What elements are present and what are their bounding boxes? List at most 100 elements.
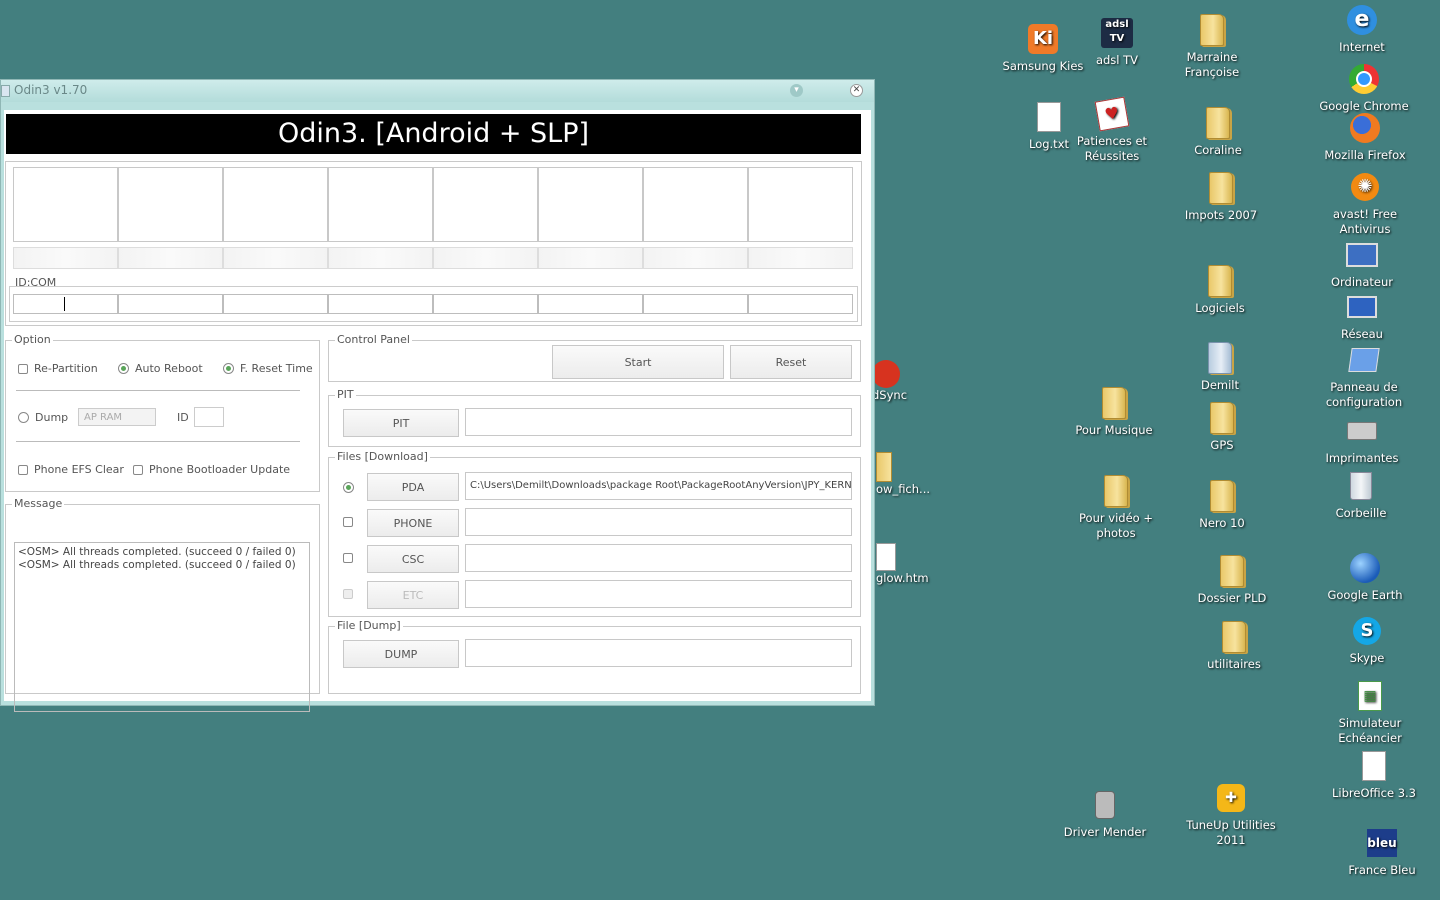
dump-button[interactable]: DUMP — [343, 640, 459, 668]
desktop-icon-simulateur[interactable]: ▦ Simulateur Echéancier — [1322, 679, 1418, 746]
folder-icon — [1204, 171, 1238, 205]
progress-bar-3 — [223, 247, 328, 269]
etc-button[interactable]: ETC — [367, 581, 459, 609]
desktop-icon-france-bleu[interactable]: bleu France Bleu — [1334, 826, 1430, 878]
port-slot-8 — [748, 167, 853, 242]
desktop-icon-corbeille[interactable]: Corbeille — [1313, 469, 1409, 521]
port-slot-4 — [328, 167, 433, 242]
phone-path-field[interactable] — [465, 508, 852, 536]
files-download-label: Files [Download] — [335, 450, 430, 463]
minimize-button[interactable]: ▾ — [790, 84, 803, 97]
desktop-icon-adsl-tv[interactable]: adsl TV adsl TV — [1069, 16, 1165, 68]
desktop-icon-google-chrome[interactable]: Google Chrome — [1316, 62, 1412, 114]
computer-icon — [1345, 238, 1379, 272]
google-earth-icon — [1348, 551, 1382, 585]
progress-bar-1 — [13, 247, 118, 269]
window-title: Odin3 v1.70 — [14, 83, 88, 97]
csc-path-field[interactable] — [465, 544, 852, 572]
desktop-icon-impots[interactable]: Impots 2007 — [1173, 171, 1269, 223]
id-com-field-6[interactable] — [538, 294, 643, 314]
csc-checkbox[interactable] — [343, 553, 359, 563]
id-com-field-7[interactable] — [643, 294, 748, 314]
desktop-icon-pour-musique[interactable]: Pour Musique — [1066, 386, 1162, 438]
id-com-field-4[interactable] — [328, 294, 433, 314]
document-icon — [1357, 749, 1391, 783]
pda-button[interactable]: PDA — [367, 473, 459, 501]
desktop-icon-patiences[interactable]: ♥ Patiences et Réussites — [1064, 96, 1160, 164]
option-group: Option Re-Partition Auto Reboot F. Reset… — [5, 333, 320, 492]
desktop-icon-imprimantes[interactable]: Imprimantes — [1314, 414, 1410, 466]
phone-bootloader-update-checkbox[interactable]: Phone Bootloader Update — [133, 463, 290, 476]
pit-button[interactable]: PIT — [343, 409, 459, 437]
desktop-icon-libreoffice[interactable]: LibreOffice 3.3 — [1326, 749, 1422, 801]
id-com-field-5[interactable] — [433, 294, 538, 314]
file-dump-group: File [Dump] DUMP — [328, 619, 861, 694]
desktop-icon-driver-mender[interactable]: Driver Mender — [1057, 788, 1153, 840]
id-com-field-3[interactable] — [223, 294, 328, 314]
message-log[interactable]: <OSM> All threads completed. (succeed 0 … — [14, 542, 310, 712]
desktop-icon-gps[interactable]: GPS — [1174, 401, 1270, 453]
window-client: Odin3. [Android + SLP] ID:COM Option Re-… — [4, 110, 871, 712]
re-partition-checkbox[interactable]: Re-Partition — [18, 362, 98, 375]
dump-type-select[interactable]: AP RAM — [78, 408, 156, 426]
desktop-icon-avast[interactable]: ✺ avast! Free Antivirus — [1317, 170, 1413, 237]
skype-icon: S — [1350, 614, 1384, 648]
pda-path-field[interactable]: C:\Users\Demilt\Downloads\package Root\P… — [465, 472, 852, 500]
folder-icon — [1099, 474, 1133, 508]
desktop-icon-utilitaires[interactable]: utilitaires — [1186, 620, 1282, 672]
id-input[interactable] — [194, 407, 224, 427]
odin-window: Odin3 v1.70 ▾ ✕ Odin3. [Android + SLP] I… — [0, 79, 875, 712]
dump-checkbox[interactable]: Dump — [18, 411, 68, 424]
id-com-field-8[interactable] — [748, 294, 853, 314]
desktop-icon-dsync-partial[interactable]: dSync — [872, 360, 907, 402]
desktop-icon-panneau[interactable]: Panneau de configuration — [1316, 343, 1412, 410]
desktop-icon-nero[interactable]: Nero 10 — [1174, 479, 1270, 531]
f-reset-time-option[interactable]: F. Reset Time — [223, 362, 313, 375]
desktop-icon-dossier-pld[interactable]: Dossier PLD — [1184, 554, 1280, 606]
desktop-icon-marraine[interactable]: Marraine Françoise — [1164, 13, 1260, 80]
firefox-icon — [1348, 111, 1382, 145]
desktop-icon-tuneup[interactable]: ✚ TuneUp Utilities 2011 — [1183, 781, 1279, 848]
port-slot-7 — [643, 167, 748, 242]
folder-icon — [1201, 106, 1235, 140]
desktop-icon-demilt[interactable]: Demilt — [1172, 341, 1268, 393]
reset-button[interactable]: Reset — [730, 345, 852, 379]
title-bar[interactable]: Odin3 v1.70 ▾ ✕ — [1, 80, 874, 102]
desktop-icon-ordinateur[interactable]: Ordinateur — [1314, 238, 1410, 290]
phone-button[interactable]: PHONE — [367, 509, 459, 537]
files-download-group: Files [Download] PDA C:\Users\Demilt\Dow… — [328, 450, 861, 617]
csc-button[interactable]: CSC — [367, 545, 459, 573]
ports-group: ID:COM — [5, 161, 862, 326]
desktop-icon-internet[interactable]: e Internet — [1314, 3, 1410, 55]
etc-path-field[interactable] — [465, 580, 852, 608]
desktop-icon-coraline[interactable]: Coraline — [1170, 106, 1266, 158]
pit-path-field[interactable] — [465, 408, 852, 436]
progress-bar-7 — [643, 247, 748, 269]
folder-icon — [876, 452, 892, 482]
phone-efs-clear-checkbox[interactable]: Phone EFS Clear — [18, 463, 124, 476]
desktop-icon-pour-video[interactable]: Pour vidéo + photos — [1068, 474, 1164, 541]
port-slot-3 — [223, 167, 328, 242]
recycle-bin-icon — [1344, 469, 1378, 503]
start-button[interactable]: Start — [552, 345, 724, 379]
desktop-icon-logiciels[interactable]: Logiciels — [1172, 264, 1268, 316]
id-com-field-2[interactable] — [118, 294, 223, 314]
desktop-icon-glow-htm-partial[interactable]: glow.htm — [876, 543, 929, 585]
progress-bar-5 — [433, 247, 538, 269]
phone-checkbox[interactable] — [343, 517, 359, 527]
auto-reboot-option[interactable]: Auto Reboot — [118, 362, 203, 375]
option-label: Option — [12, 333, 53, 346]
dump-path-field[interactable] — [465, 639, 852, 667]
desktop-icon-ow-fich-partial[interactable]: ow_fich... — [876, 452, 930, 496]
id-com-field-1[interactable] — [13, 294, 118, 314]
desktop-icon-google-earth[interactable]: Google Earth — [1317, 551, 1413, 603]
etc-checkbox[interactable] — [343, 589, 359, 599]
desktop-icon-reseau[interactable]: Réseau — [1314, 290, 1410, 342]
close-button[interactable]: ✕ — [850, 84, 863, 97]
pda-checkbox[interactable] — [343, 482, 354, 493]
network-icon — [1345, 290, 1379, 324]
folder-icon — [1215, 554, 1249, 588]
message-line: <OSM> All threads completed. (succeed 0 … — [18, 546, 296, 558]
desktop-icon-skype[interactable]: S Skype — [1319, 614, 1415, 666]
desktop-icon-mozilla-firefox[interactable]: Mozilla Firefox — [1317, 111, 1413, 163]
